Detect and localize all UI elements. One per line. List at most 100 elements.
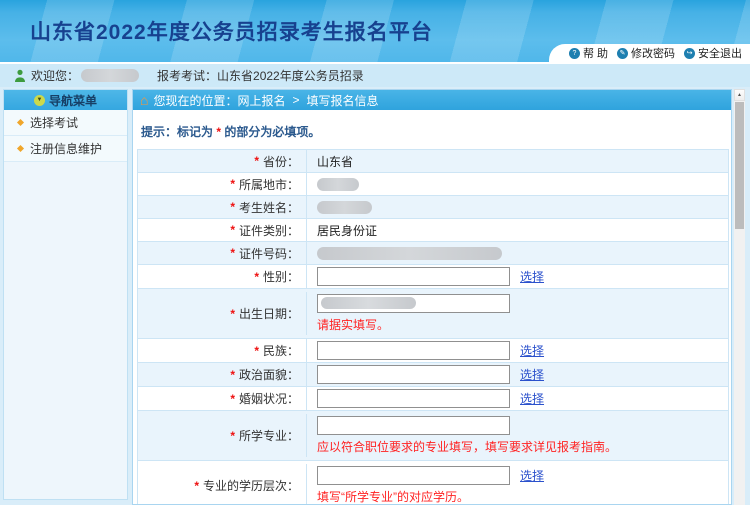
sidebar-item-registration-info[interactable]: 注册信息维护 — [4, 136, 127, 162]
select-link[interactable]: 选择 — [520, 342, 544, 359]
page-title: 山东省2022年度公务员招录考生报名平台 — [30, 16, 433, 46]
form-row: * 证件类别： 居民身份证 — [138, 219, 728, 242]
field-label: *证件号码： — [138, 242, 306, 264]
user-icon — [14, 69, 26, 83]
select-link[interactable]: 选择 — [520, 268, 544, 285]
main-column: ⌂ 您现在的位置： 网上报名 > 填写报名信息 提示：标记为 * 的部分为必填项… — [132, 89, 745, 505]
field-hint-text: 请据实填写。 — [317, 316, 724, 333]
field-value-cell — [306, 173, 728, 195]
field-label-text: 专业的学历层次： — [203, 477, 299, 494]
field-label: *考生姓名： — [138, 196, 306, 218]
collapse-menu-icon[interactable]: ▼ — [34, 95, 45, 106]
help-button-label: 帮 助 — [583, 45, 608, 61]
required-fields-notice: 提示：标记为 * 的部分为必填项。 — [141, 123, 731, 140]
welcome-greeting: 欢迎您： — [31, 67, 79, 84]
required-star: * — [230, 368, 235, 382]
form-row: * 性别： 选择 — [138, 265, 728, 289]
scroll-up-arrow-icon[interactable]: ▲ — [734, 89, 745, 101]
field-value-text: 居民身份证 — [317, 222, 724, 239]
required-star: * — [230, 200, 235, 214]
field-label: * 证件类别： — [138, 219, 306, 241]
home-icon: ⌂ — [140, 93, 148, 107]
main-panel: ⌂ 您现在的位置： 网上报名 > 填写报名信息 提示：标记为 * 的部分为必填项… — [132, 89, 732, 505]
field-input[interactable] — [317, 365, 510, 384]
form-row: *考生姓名： — [138, 196, 728, 219]
sidebar-title: 导航菜单 — [49, 92, 97, 109]
sidebar-item-label: 选择考试 — [30, 114, 78, 131]
required-star: * — [230, 429, 235, 443]
field-label-text: 婚姻状况： — [239, 390, 299, 407]
field-label-text: 省份： — [263, 153, 299, 170]
form-row: * 政治面貌： 选择 — [138, 363, 728, 387]
content-area: ▼ 导航菜单 选择考试 注册信息维护 ⌂ 您现在的位置： 网上报名 > 填写报名… — [3, 89, 745, 505]
breadcrumb-prefix: 您现在的位置： — [153, 92, 237, 109]
form-row: * 专业的学历层次： 选择填写“所学专业”的对应学历。 — [138, 461, 728, 505]
field-value-cell: 选择填写“所学专业”的对应学历。 — [306, 464, 728, 505]
select-link[interactable]: 选择 — [520, 366, 544, 383]
field-hint-text: 填写“所学专业”的对应学历。 — [317, 488, 724, 505]
required-star: * — [194, 479, 199, 493]
breadcrumb-section[interactable]: 网上报名 — [237, 92, 285, 109]
bullet-icon — [17, 145, 24, 152]
sidebar-item-label: 注册信息维护 — [30, 140, 102, 157]
field-value-cell: 选择 — [306, 387, 728, 410]
field-label: * 专业的学历层次： — [138, 464, 306, 505]
field-label-text: 所属地市： — [239, 176, 299, 193]
field-label: * 省份： — [138, 150, 306, 172]
field-input[interactable] — [317, 389, 510, 408]
form-row: *证件号码： — [138, 242, 728, 265]
field-label: *所属地市： — [138, 173, 306, 195]
required-star: * — [230, 246, 235, 260]
select-link[interactable]: 选择 — [520, 390, 544, 407]
help-button[interactable]: ? 帮 助 — [569, 45, 608, 61]
field-value-cell: 选择 — [306, 363, 728, 386]
field-label-text: 性别： — [263, 268, 299, 285]
field-input[interactable] — [317, 267, 510, 286]
change-password-button[interactable]: ✎ 修改密码 — [617, 45, 675, 61]
field-value-text: 山东省 — [317, 153, 724, 170]
change-password-label: 修改密码 — [631, 45, 675, 61]
required-star: * — [254, 270, 259, 284]
redacted-value — [317, 247, 502, 260]
logout-button[interactable]: ↪ 安全退出 — [684, 45, 742, 61]
required-star: * — [254, 344, 259, 358]
field-hint-text: 应以符合职位要求的专业填写，填写要求详见报考指南。 — [317, 438, 724, 455]
select-link[interactable]: 选择 — [520, 467, 544, 484]
field-label-text: 政治面貌： — [239, 366, 299, 383]
required-star: * — [230, 392, 235, 406]
redacted-username — [81, 69, 139, 82]
field-value-cell: 居民身份证 — [306, 219, 728, 241]
field-value-cell — [306, 196, 728, 218]
form-row: *所属地市： — [138, 173, 728, 196]
sidebar: ▼ 导航菜单 选择考试 注册信息维护 — [3, 89, 128, 500]
welcome-bar: 欢迎您： 报考考试：山东省2022年度公务员招录 — [0, 62, 750, 87]
field-value-cell — [306, 242, 728, 264]
field-label: * 政治面貌： — [138, 363, 306, 386]
help-icon: ? — [569, 48, 580, 59]
header-button-bar: ? 帮 助 ✎ 修改密码 ↪ 安全退出 — [549, 44, 750, 62]
registration-form: *省份：山东省*所属地市：*考生姓名：*证件类别：居民身份证*证件号码：*性别：… — [137, 149, 729, 505]
form-row: * 婚姻状况： 选择 — [138, 387, 728, 411]
field-input[interactable] — [317, 341, 510, 360]
redacted-value — [317, 201, 372, 214]
logout-label: 安全退出 — [698, 45, 742, 61]
form-row: * 省份： 山东省 — [138, 150, 728, 173]
edit-password-icon: ✎ — [617, 48, 628, 59]
field-label: * 婚姻状况： — [138, 387, 306, 410]
form-rows: *省份：山东省*所属地市：*考生姓名：*证件类别：居民身份证*证件号码：*性别：… — [138, 150, 728, 505]
field-label: *出生日期： — [138, 292, 306, 335]
sidebar-item-select-exam[interactable]: 选择考试 — [4, 110, 127, 136]
bullet-icon — [17, 119, 24, 126]
field-input[interactable] — [317, 416, 510, 435]
breadcrumb-separator: > — [293, 93, 300, 107]
vertical-scrollbar[interactable]: ▲ — [734, 89, 745, 505]
logout-icon: ↪ — [684, 48, 695, 59]
field-label: *民族： — [138, 339, 306, 362]
required-star: * — [254, 154, 259, 168]
sidebar-header: ▼ 导航菜单 — [4, 90, 127, 110]
redacted-value — [317, 178, 359, 191]
field-input[interactable] — [317, 466, 510, 485]
scrollbar-thumb[interactable] — [735, 102, 744, 229]
field-label-text: 证件类别： — [239, 222, 299, 239]
required-star: * — [230, 223, 235, 237]
